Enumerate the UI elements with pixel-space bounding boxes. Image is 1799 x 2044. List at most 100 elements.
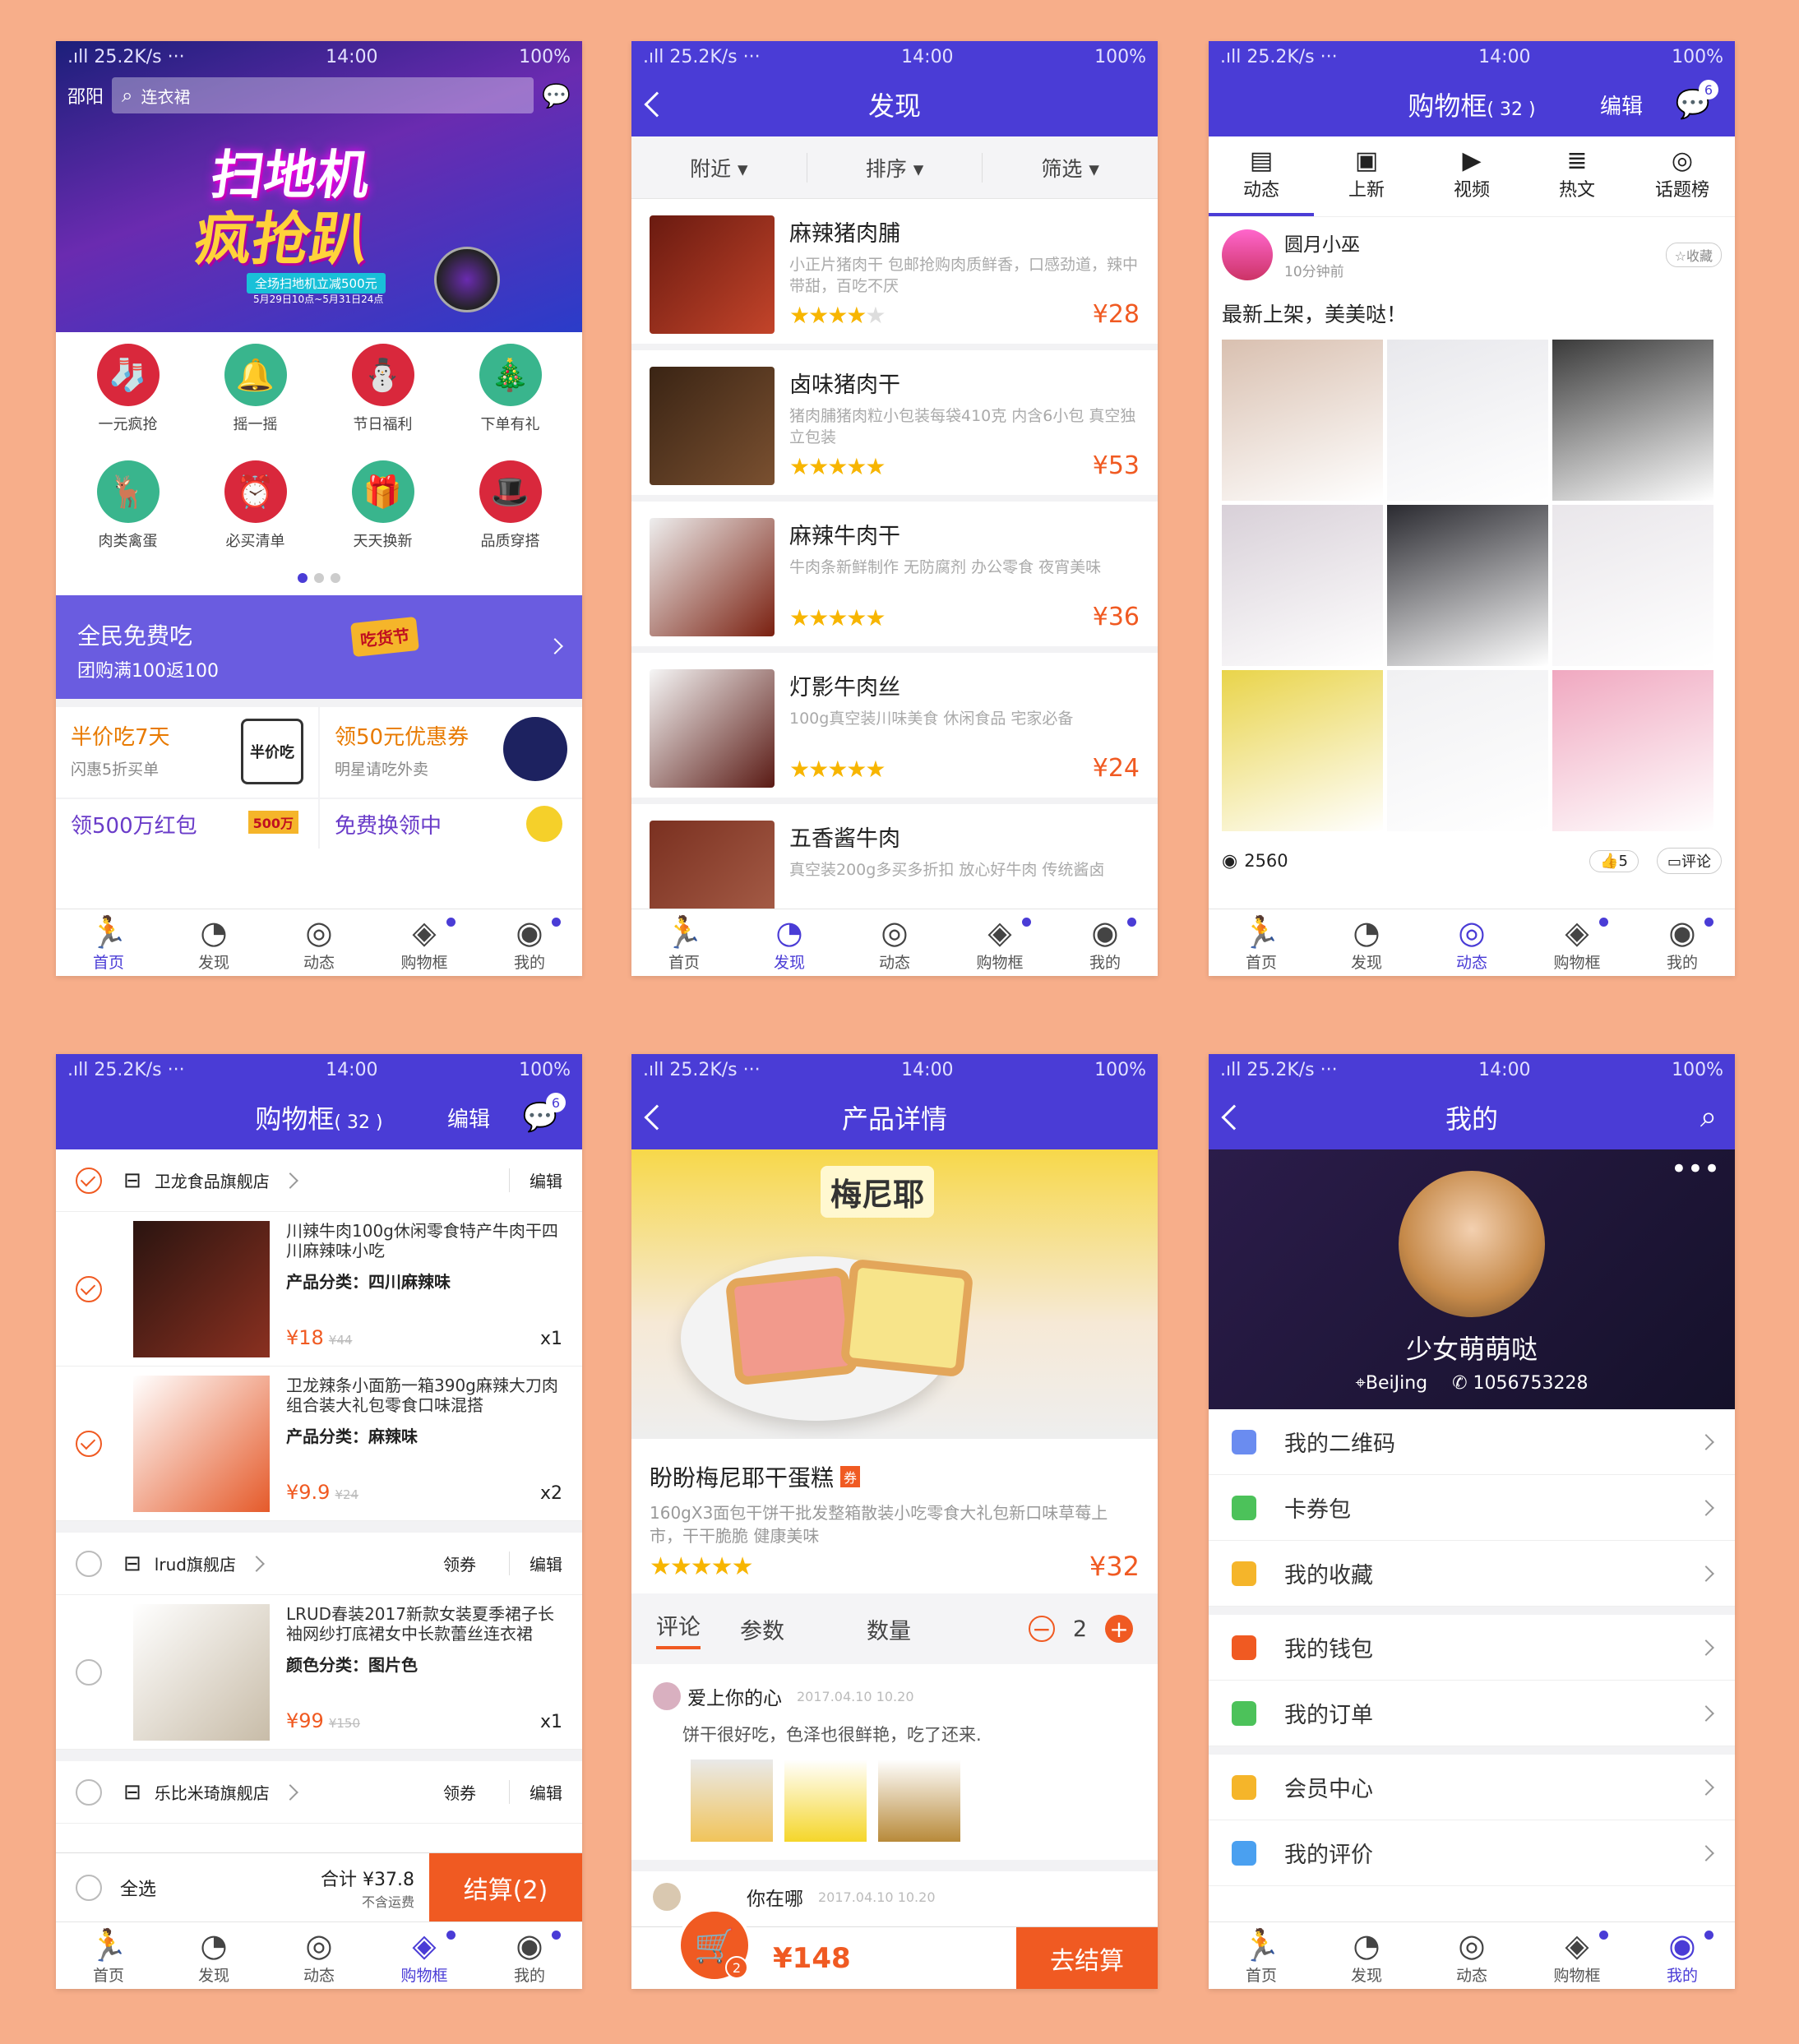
category-item[interactable]: 🧦 一元疯抢 xyxy=(64,344,192,460)
category-item[interactable]: 🎁 天天换新 xyxy=(319,460,446,577)
tab-home[interactable]: 🏃 首页 xyxy=(56,909,161,976)
category-item[interactable]: 🎄 下单有礼 xyxy=(446,344,574,460)
post-photo[interactable] xyxy=(1552,670,1713,831)
avatar[interactable] xyxy=(1222,229,1273,280)
city-selector[interactable]: 邵阳 xyxy=(67,82,104,109)
tab-profile[interactable]: ◉ 我的 xyxy=(1630,1922,1735,1989)
product-item[interactable]: 卤味猪肉干 猪肉脯猪肉粒小包装每袋410克 内含6小包 真空独立包装 ★★★★★ ¥5… xyxy=(631,350,1158,502)
item-checkbox[interactable] xyxy=(76,1430,102,1457)
promo-banner[interactable]: 全民免费吃 团购满100返100 吃货节 xyxy=(56,595,582,699)
menu-item[interactable]: 我的收藏 xyxy=(1209,1541,1735,1607)
shop-name[interactable]: 卫龙食品旗舰店 xyxy=(155,1168,270,1192)
tab-profile[interactable]: ◉ 我的 xyxy=(1052,909,1158,976)
tab-feed[interactable]: ◎ 动态 xyxy=(266,1922,372,1989)
product-item[interactable]: 麻辣牛肉干 牛肉条新鲜制作 无防腐剂 办公零食 夜宵美味 ★★★★★ ¥36 xyxy=(631,502,1158,653)
qty-plus-button[interactable]: + xyxy=(1105,1615,1133,1643)
category-item[interactable]: ⛄ 节日福利 xyxy=(319,344,446,460)
shop-edit-button[interactable]: 编辑 xyxy=(509,1168,562,1192)
category-item[interactable]: ⏰ 必买清单 xyxy=(192,460,319,577)
tab-home[interactable]: 🏃 首页 xyxy=(1209,909,1314,976)
promo-cell-redpacket[interactable]: 领500万红包 500万 xyxy=(56,799,318,849)
tab-reviews[interactable]: 评论 xyxy=(656,1609,701,1649)
menu-item[interactable]: 我的钱包 xyxy=(1209,1615,1735,1681)
coupon-button[interactable]: 领券 xyxy=(443,1551,476,1575)
tab-discover[interactable]: ◔ 发现 xyxy=(1314,909,1419,976)
product-item[interactable]: 麻辣猪肉脯 小正片猪肉干 包邮抢购肉质鲜香，口感劲道，辣中带甜，百吃不厌 ★★★★★… xyxy=(631,199,1158,350)
username[interactable]: 圆月小巫 xyxy=(1284,229,1666,257)
favorite-button[interactable]: ☆收藏 xyxy=(1665,242,1722,267)
checkout-button[interactable]: 去结算 xyxy=(1016,1926,1158,1989)
select-all-checkbox[interactable] xyxy=(76,1874,102,1901)
post-photo[interactable] xyxy=(1222,670,1383,831)
tab-cart[interactable]: ◈ 购物框 xyxy=(372,909,477,976)
post-photo[interactable] xyxy=(1552,340,1713,501)
shop-name[interactable]: 乐比米琦旗舰店 xyxy=(155,1780,270,1804)
promo-cell-free[interactable]: 免费换领中 xyxy=(320,799,582,849)
menu-item[interactable]: 我的评价 xyxy=(1209,1820,1735,1886)
category-item[interactable]: 🦌 肉类禽蛋 xyxy=(64,460,192,577)
message-icon[interactable]: 💬 xyxy=(542,82,571,109)
category-tab-2[interactable]: ▶ 视频 xyxy=(1419,136,1524,216)
tab-profile[interactable]: ◉ 我的 xyxy=(477,1922,582,1989)
tab-discover[interactable]: ◔ 发现 xyxy=(737,909,842,976)
message-icon[interactable]: 💬 6 xyxy=(523,1093,566,1134)
avatar[interactable] xyxy=(1399,1171,1545,1317)
search-icon[interactable]: ⌕ xyxy=(1700,1100,1717,1135)
menu-item[interactable]: 会员中心 xyxy=(1209,1755,1735,1820)
back-icon[interactable] xyxy=(644,91,670,118)
tab-cart[interactable]: ◈ 购物框 xyxy=(1524,909,1630,976)
tab-discover[interactable]: ◔ 发现 xyxy=(161,909,266,976)
search-input[interactable]: ⌕ 连衣裙 xyxy=(112,77,534,113)
product-image[interactable] xyxy=(133,1375,270,1512)
post-photo[interactable] xyxy=(1222,505,1383,666)
shop-edit-button[interactable]: 编辑 xyxy=(509,1551,562,1575)
tab-feed[interactable]: ◎ 动态 xyxy=(266,909,372,976)
category-tab-1[interactable]: ▣ 上新 xyxy=(1314,136,1419,216)
comment-button[interactable]: ▭评论 xyxy=(1656,848,1722,874)
product-image[interactable] xyxy=(133,1220,270,1357)
filter-0[interactable]: 附近 ▾ xyxy=(631,152,807,183)
post-photo[interactable] xyxy=(1387,505,1548,666)
filter-2[interactable]: 筛选 ▾ xyxy=(983,153,1158,183)
menu-item[interactable]: 我的二维码 xyxy=(1209,1409,1735,1475)
item-checkbox[interactable] xyxy=(76,1658,102,1686)
category-tab-0[interactable]: ▤ 动态 xyxy=(1209,136,1314,216)
menu-item[interactable]: 卡券包 xyxy=(1209,1475,1735,1541)
product-desc[interactable]: 卫龙辣条小面筋一箱390g麻辣大刀肉组合装大礼包零食口味混搭 xyxy=(286,1376,562,1415)
tab-profile[interactable]: ◉ 我的 xyxy=(1630,909,1735,976)
back-icon[interactable] xyxy=(644,1104,670,1131)
checkout-button[interactable]: 结算(2) xyxy=(429,1852,582,1922)
menu-item[interactable]: 我的订单 xyxy=(1209,1681,1735,1746)
product-desc[interactable]: LRUD春装2017新款女装夏季裙子长袖网纱打底裙女中长款蕾丝连衣裙 xyxy=(286,1604,562,1644)
edit-button[interactable]: 编辑 xyxy=(447,1103,490,1133)
shop-edit-button[interactable]: 编辑 xyxy=(509,1780,562,1804)
tab-home[interactable]: 🏃 首页 xyxy=(56,1922,161,1989)
edit-button[interactable]: 编辑 xyxy=(1600,90,1643,120)
category-tab-3[interactable]: ≣ 热文 xyxy=(1524,136,1630,216)
shop-checkbox[interactable] xyxy=(76,1778,102,1806)
tab-feed[interactable]: ◎ 动态 xyxy=(1419,1922,1524,1989)
tab-params[interactable]: 参数 xyxy=(740,1613,784,1645)
tab-home[interactable]: 🏃 首页 xyxy=(631,909,737,976)
tab-cart[interactable]: ◈ 购物框 xyxy=(372,1922,477,1989)
category-item[interactable]: 🎩 品质穿搭 xyxy=(446,460,574,577)
tab-cart[interactable]: ◈ 购物框 xyxy=(947,909,1052,976)
message-icon[interactable]: 💬 6 xyxy=(1676,80,1718,121)
product-image[interactable]: 梅尼耶 xyxy=(631,1149,1158,1439)
tab-feed[interactable]: ◎ 动态 xyxy=(1419,909,1524,976)
shop-checkbox[interactable] xyxy=(76,1167,102,1194)
post-photo[interactable] xyxy=(1387,340,1548,501)
category-tab-4[interactable]: ◎ 话题榜 xyxy=(1630,136,1735,216)
cart-icon[interactable]: 🛒 2 xyxy=(678,1908,752,1982)
post-photo[interactable] xyxy=(1222,340,1383,501)
tab-profile[interactable]: ◉ 我的 xyxy=(477,909,582,976)
tab-discover[interactable]: ◔ 发现 xyxy=(1314,1922,1419,1989)
shop-checkbox[interactable] xyxy=(76,1550,102,1577)
tab-discover[interactable]: ◔ 发现 xyxy=(161,1922,266,1989)
tab-feed[interactable]: ◎ 动态 xyxy=(842,909,947,976)
product-image[interactable] xyxy=(133,1603,270,1741)
tab-home[interactable]: 🏃 首页 xyxy=(1209,1922,1314,1989)
tab-cart[interactable]: ◈ 购物框 xyxy=(1524,1922,1630,1989)
item-checkbox[interactable] xyxy=(76,1275,102,1302)
home-banner[interactable]: .ıll 25.2K/s ··· 14:00 100% 邵阳 ⌕ 连衣裙 💬 扫地机 … xyxy=(56,41,582,332)
